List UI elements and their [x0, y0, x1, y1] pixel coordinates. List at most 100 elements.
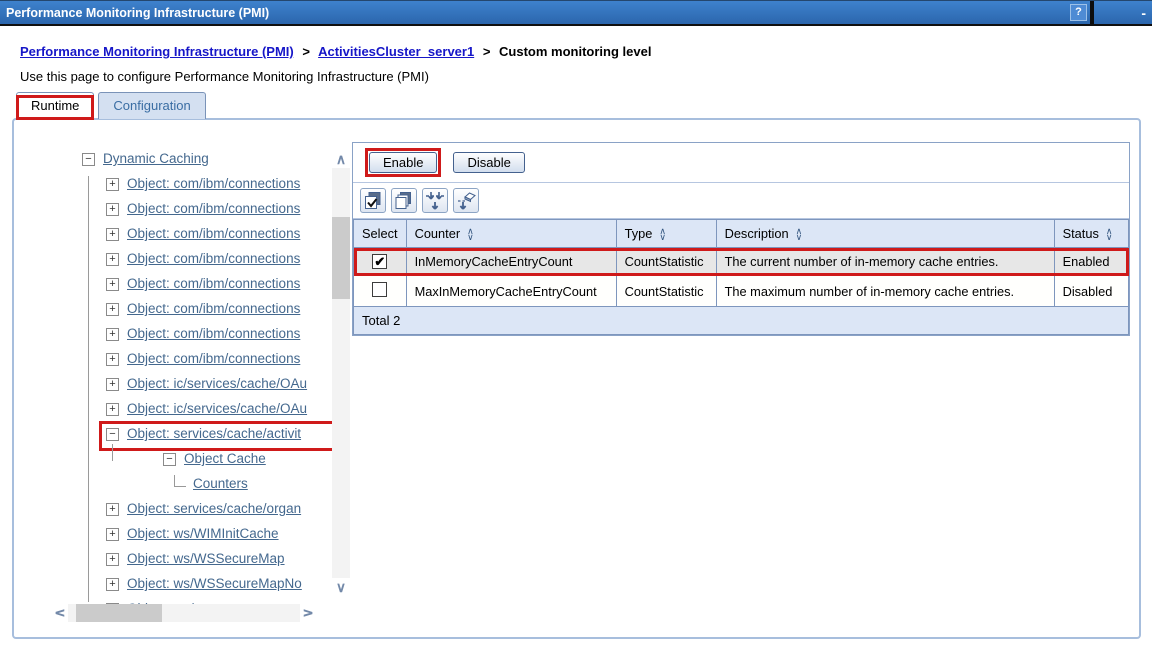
counters-pane: Enable Disable	[352, 142, 1130, 336]
breadcrumb-link-server[interactable]: ActivitiesCluster_server1	[318, 44, 474, 59]
vertical-scrollbar-thumb[interactable]	[332, 217, 350, 299]
cell-status: Disabled	[1054, 276, 1128, 307]
tree-item-link[interactable]: Object: com/ibm/connections	[127, 326, 300, 341]
column-header-select: Select	[354, 220, 407, 248]
column-header-status[interactable]: Status∧∨	[1054, 220, 1128, 248]
column-header-description[interactable]: Description∧∨	[716, 220, 1054, 248]
tree-collapse-icon[interactable]: −	[82, 153, 95, 166]
tree-item-link[interactable]: Object: ws/WIMInitCache	[127, 526, 279, 541]
cell-type: CountStatistic	[616, 248, 716, 276]
tree-trunk-line	[112, 444, 113, 461]
select-all-icon[interactable]	[360, 188, 386, 213]
scroll-down-icon[interactable]: ∨	[332, 578, 350, 596]
window-titlebar: Performance Monitoring Infrastructure (P…	[0, 0, 1152, 26]
breadcrumb-separator: >	[297, 44, 315, 59]
tree-item-link[interactable]: Object: services/cache/organ	[127, 501, 301, 516]
tree-expand-icon[interactable]: +	[106, 403, 119, 416]
tree-expand-icon[interactable]: +	[106, 253, 119, 266]
tab-configuration[interactable]: Configuration	[98, 92, 205, 119]
tree-item-link[interactable]: Object: ic/services/cache/OAu	[127, 401, 307, 416]
annotation-box-enable: Enable	[365, 148, 441, 177]
tree-item-link[interactable]: Object: ws/WSSecureMap	[127, 551, 285, 566]
tree-horizontal-scrollbar[interactable]: ∧ ∧	[50, 604, 318, 622]
tree-collapse-icon[interactable]: −	[163, 453, 176, 466]
breadcrumb: Performance Monitoring Infrastructure (P…	[20, 44, 651, 59]
tree-item-link[interactable]: Object: com/ibm/connections	[127, 251, 300, 266]
action-button-row: Enable Disable	[353, 143, 1129, 183]
tree-expand-icon[interactable]: +	[106, 303, 119, 316]
breadcrumb-link-pmi[interactable]: Performance Monitoring Infrastructure (P…	[20, 44, 294, 59]
sort-icon[interactable]: ∧∨	[659, 229, 666, 240]
table-row: MaxInMemoryCacheEntryCountCountStatistic…	[354, 276, 1129, 307]
table-total-row: Total 2	[354, 307, 1129, 335]
sort-icon[interactable]: ∧∨	[1106, 229, 1113, 240]
total-label: Total 2	[354, 307, 1129, 335]
tree-row: −Object: services/cache/activit	[16, 421, 352, 446]
row-checkbox-checked[interactable]: ✔	[372, 254, 387, 269]
column-header-counter[interactable]: Counter∧∨	[406, 220, 616, 248]
tree-row: + Object: com/ibm/connections	[16, 196, 352, 221]
tree-row: + Object: com/ibm/connections	[16, 246, 352, 271]
tree-row: Counters	[16, 471, 352, 496]
tree-expand-icon[interactable]: +	[106, 178, 119, 191]
tree-item-link[interactable]: Object: com/ibm/connections	[127, 301, 300, 316]
tree-item-link[interactable]: Counters	[193, 476, 248, 491]
tab-bar: Runtime Configuration	[16, 92, 206, 119]
tree-expand-icon[interactable]: +	[106, 553, 119, 566]
tree-row: + Object: services/cache/organ	[16, 496, 352, 521]
help-icon[interactable]: ?	[1070, 4, 1087, 21]
sort-icon[interactable]: ∧∨	[796, 229, 803, 240]
tab-runtime[interactable]: Runtime	[16, 92, 94, 119]
cell-counter: MaxInMemoryCacheEntryCount	[406, 276, 616, 307]
tree-row: + Object: ws/WSSecureMapNo	[16, 571, 352, 596]
pmi-tree: −Dynamic Caching+Object: com/ibm/connect…	[16, 142, 352, 624]
tree-expand-icon[interactable]: +	[106, 278, 119, 291]
tab-runtime-label: Runtime	[31, 98, 79, 113]
row-checkbox-unchecked[interactable]	[372, 282, 387, 297]
deselect-all-icon[interactable]	[391, 188, 417, 213]
counters-table: Select Counter∧∨ Type∧∨ Description∧∨ St…	[353, 219, 1129, 335]
tree-item-link[interactable]: Dynamic Caching	[103, 151, 209, 166]
tree-item-link[interactable]: Object: services/cache/activit	[127, 426, 301, 441]
tree-item-link[interactable]: Object: ws/WSSecureMapNo	[127, 576, 302, 591]
tree-row: + Object: com/ibm/connections	[16, 321, 352, 346]
tree-vertical-scrollbar[interactable]: ∧ ∨	[332, 150, 350, 596]
tree-expand-icon[interactable]: +	[106, 578, 119, 591]
cell-description: The maximum number of in-memory cache en…	[716, 276, 1054, 307]
page-description: Use this page to configure Performance M…	[20, 69, 429, 84]
tree-expand-icon[interactable]: +	[106, 203, 119, 216]
cell-description: The current number of in-memory cache en…	[716, 248, 1054, 276]
sort-icon[interactable]: ∧∨	[467, 229, 474, 240]
breadcrumb-current: Custom monitoring level	[499, 44, 651, 59]
enable-button[interactable]: Enable	[369, 152, 437, 173]
tree-item-link[interactable]: Object: com/ibm/connections	[127, 276, 300, 291]
table-row: ✔InMemoryCacheEntryCountCountStatisticTh…	[354, 248, 1129, 276]
column-header-type[interactable]: Type∧∨	[616, 220, 716, 248]
tree-item-link[interactable]: Object: com/ibm/connections	[127, 351, 300, 366]
tree-item-link[interactable]: Object Cache	[184, 451, 266, 466]
scroll-right-icon[interactable]: ∧	[300, 604, 318, 622]
tree-expand-icon[interactable]: +	[106, 353, 119, 366]
tree-item-link[interactable]: Object: ic/services/cache/OAu	[127, 376, 307, 391]
content-panel: −Dynamic Caching+Object: com/ibm/connect…	[12, 118, 1141, 639]
tab-configuration-label: Configuration	[113, 98, 190, 113]
minimize-icon[interactable]: -	[1141, 5, 1152, 21]
tree-expand-icon[interactable]: +	[106, 528, 119, 541]
tree-expand-icon[interactable]: +	[106, 228, 119, 241]
tree-item-link[interactable]: Object: com/ibm/connections	[127, 226, 300, 241]
tree-expand-icon[interactable]: +	[106, 378, 119, 391]
tree-item-link[interactable]: Object: com/ibm/connections	[127, 176, 300, 191]
tree-expand-icon[interactable]: +	[106, 328, 119, 341]
tree-expand-icon[interactable]: +	[106, 603, 119, 604]
tree-row: + Object: com/ibm/connections	[16, 346, 352, 371]
tree-row: + Object: com/ibm/connections	[16, 271, 352, 296]
scroll-up-icon[interactable]: ∧	[332, 150, 350, 168]
clear-filter-icon[interactable]	[453, 188, 479, 213]
show-filter-icon[interactable]	[422, 188, 448, 213]
tree-collapse-icon[interactable]: −	[106, 428, 119, 441]
scroll-left-icon[interactable]: ∧	[50, 604, 68, 622]
disable-button[interactable]: Disable	[453, 152, 524, 173]
tree-expand-icon[interactable]: +	[106, 503, 119, 516]
tree-item-link[interactable]: Object: com/ibm/connections	[127, 201, 300, 216]
horizontal-scrollbar-thumb[interactable]	[76, 604, 162, 622]
